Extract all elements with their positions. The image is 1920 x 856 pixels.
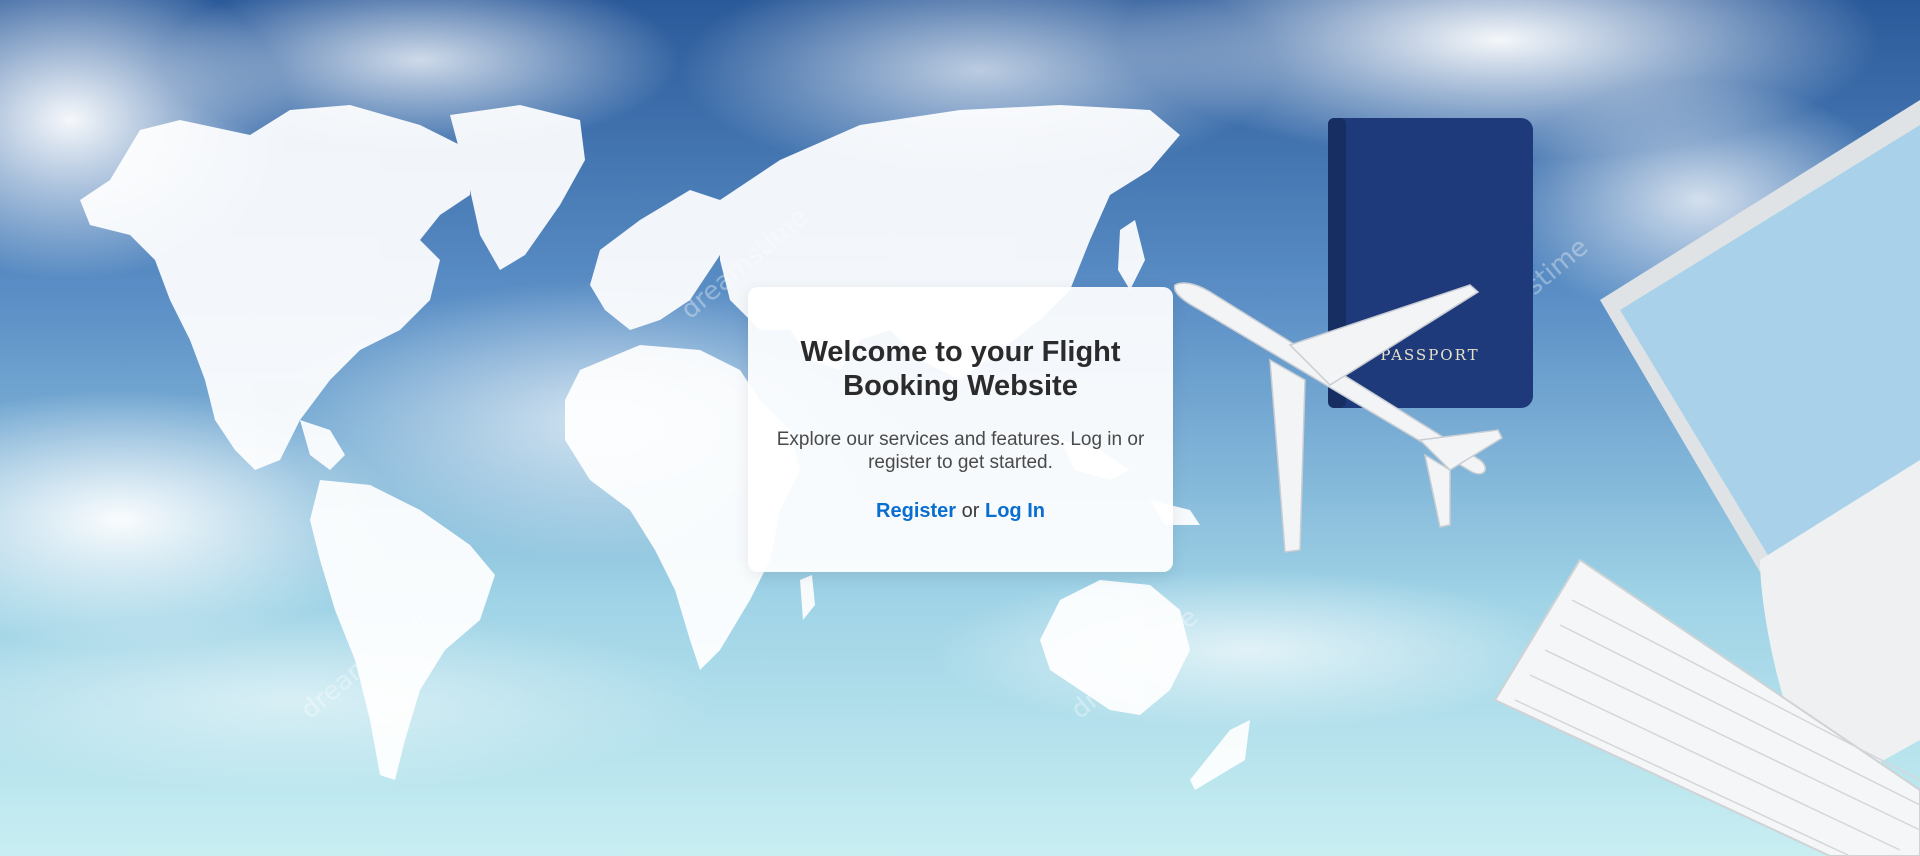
- login-link[interactable]: Log In: [985, 500, 1045, 522]
- auth-actions: Register or Log In: [774, 499, 1147, 523]
- register-link[interactable]: Register: [876, 500, 956, 522]
- welcome-card: Welcome to your Flight Booking Website E…: [748, 287, 1173, 572]
- svg-text:PASSPORT: PASSPORT: [1380, 346, 1479, 364]
- welcome-description: Explore our services and features. Log i…: [776, 429, 1145, 473]
- separator-text: or: [961, 500, 980, 522]
- welcome-title: Welcome to your Flight Booking Website: [800, 336, 1121, 402]
